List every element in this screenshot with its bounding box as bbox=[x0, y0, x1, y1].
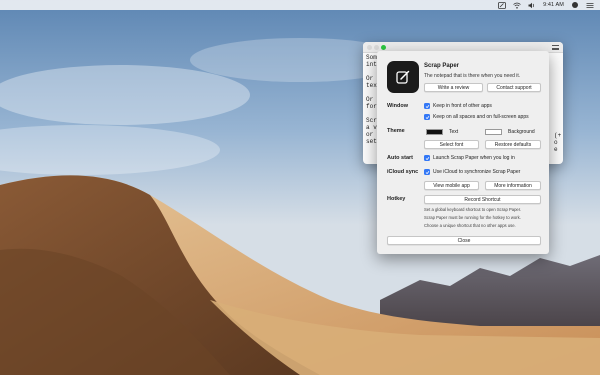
use-icloud-checkbox[interactable]: Use iCloud to synchronize Scrap Paper bbox=[424, 169, 520, 175]
checkmark-icon bbox=[424, 155, 430, 161]
restore-defaults-button[interactable]: Restore defaults bbox=[485, 140, 541, 149]
keep-spaces-label: Keep on all spaces and on full-screen ap… bbox=[433, 114, 529, 120]
close-window-button[interactable] bbox=[367, 45, 372, 50]
checkmark-icon bbox=[424, 169, 430, 175]
close-button[interactable]: Close bbox=[387, 236, 541, 245]
contact-support-button[interactable]: Contact support bbox=[487, 83, 541, 92]
user-icon[interactable] bbox=[571, 2, 579, 9]
menubar-clock[interactable]: 9:41 AM bbox=[543, 2, 564, 8]
more-information-button[interactable]: More information bbox=[485, 181, 541, 190]
background-color-swatch[interactable] bbox=[485, 129, 502, 135]
notepad-text-overflow: (+ o e bbox=[554, 132, 562, 153]
app-icon bbox=[387, 61, 419, 93]
select-font-button[interactable]: Select font bbox=[424, 140, 479, 149]
launch-login-label: Launch Scrap Paper when you log in bbox=[433, 155, 515, 161]
wifi-icon[interactable] bbox=[513, 2, 521, 9]
launch-login-checkbox[interactable]: Launch Scrap Paper when you log in bbox=[424, 155, 515, 161]
hotkey-hint-1: Set a global keyboard shortcut to open S… bbox=[424, 207, 522, 212]
record-shortcut-button[interactable]: Record Shortcut bbox=[424, 195, 541, 204]
hotkey-section-label: Hotkey bbox=[387, 196, 406, 202]
icloud-section-label: iCloud sync bbox=[387, 169, 419, 175]
checkmark-icon bbox=[424, 103, 430, 109]
minimize-window-button[interactable] bbox=[374, 45, 379, 50]
keep-front-label: Keep in front of other apps bbox=[433, 103, 492, 109]
view-mobile-app-button[interactable]: View mobile app bbox=[424, 181, 479, 190]
zoom-window-button[interactable] bbox=[381, 45, 386, 50]
app-tagline: The notepad that is there when you need … bbox=[424, 73, 521, 79]
app-name: Scrap Paper bbox=[424, 63, 460, 69]
use-icloud-label: Use iCloud to synchronize Scrap Paper bbox=[433, 169, 521, 175]
auto-start-section-label: Auto start bbox=[387, 155, 413, 161]
preferences-panel: Scrap Paper The notepad that is there wh… bbox=[377, 51, 549, 254]
text-color-swatch[interactable] bbox=[426, 129, 443, 135]
keep-front-checkbox[interactable]: Keep in front of other apps bbox=[424, 103, 492, 109]
checkmark-icon bbox=[424, 114, 430, 120]
menu-icon[interactable] bbox=[552, 45, 559, 50]
control-center-icon[interactable] bbox=[586, 2, 594, 9]
text-color-label: Text bbox=[449, 129, 459, 135]
window-section-label: Window bbox=[387, 103, 409, 109]
keep-spaces-checkbox[interactable]: Keep on all spaces and on full-screen ap… bbox=[424, 114, 529, 120]
volume-icon[interactable] bbox=[528, 2, 536, 9]
background-color-label: Background bbox=[508, 129, 535, 135]
status-icon[interactable] bbox=[498, 1, 507, 9]
theme-section-label: Theme bbox=[387, 128, 405, 134]
menu-bar: 9:41 AM bbox=[0, 0, 600, 10]
write-review-button[interactable]: Write a review bbox=[424, 83, 483, 92]
hotkey-hint-3: Choose a unique shortcut that no other a… bbox=[424, 223, 516, 228]
hotkey-hint-2: Scrap Paper must be running for the hotk… bbox=[424, 215, 521, 220]
